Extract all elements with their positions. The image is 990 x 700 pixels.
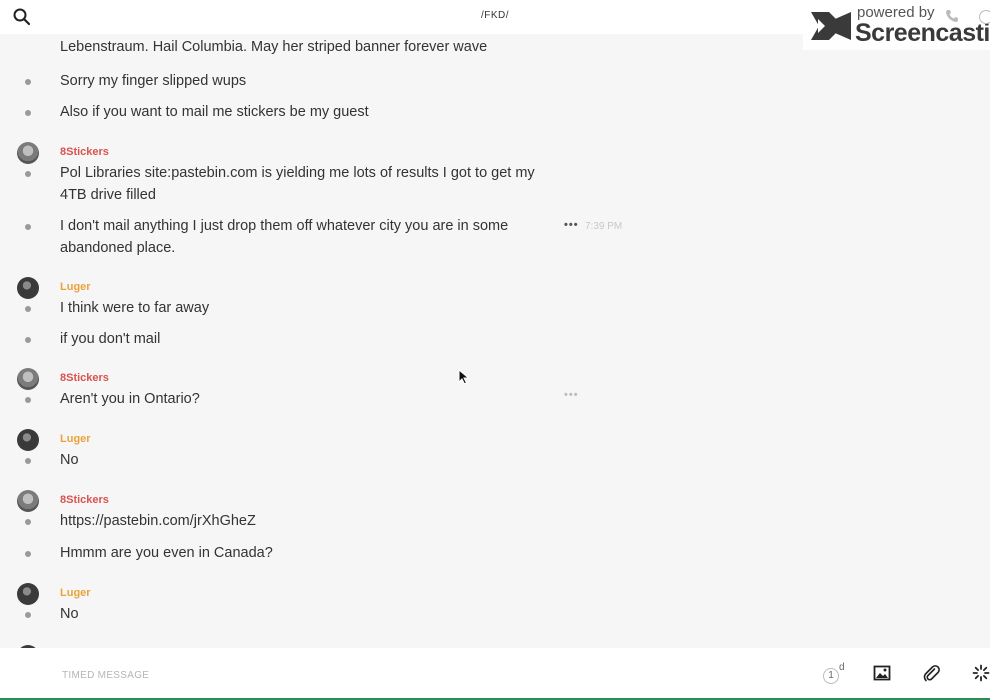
phone-icon[interactable] bbox=[945, 9, 959, 23]
timer-icon: 1 bbox=[823, 668, 839, 684]
message-timer-button[interactable]: 1 d bbox=[823, 662, 845, 688]
message-bullet bbox=[25, 171, 31, 177]
message-bullet bbox=[25, 551, 31, 557]
message-timestamp: 7:39 PM bbox=[585, 221, 623, 232]
avatar[interactable] bbox=[17, 429, 39, 451]
message-text: if you don't mail bbox=[60, 331, 161, 347]
camera-logo-icon bbox=[811, 12, 851, 40]
message-bullet bbox=[25, 397, 31, 403]
message-bullet bbox=[25, 612, 31, 618]
message-author[interactable]: 8Stickers bbox=[60, 494, 109, 506]
message-author[interactable]: 8Stickers bbox=[60, 372, 109, 384]
message-bullet bbox=[25, 224, 31, 230]
message-bullet bbox=[25, 79, 31, 85]
message-author[interactable]: Luger bbox=[60, 433, 91, 445]
info-icon[interactable] bbox=[979, 10, 990, 24]
avatar[interactable] bbox=[17, 490, 39, 512]
loading-spinner-icon[interactable] bbox=[972, 664, 990, 682]
message-text: Also if you want to mail me stickers be … bbox=[60, 104, 369, 120]
screencastify-watermark: powered by Screencastify bbox=[803, 0, 990, 50]
mouse-cursor-icon bbox=[458, 369, 470, 385]
message-text: Aren't you in Ontario? bbox=[60, 391, 200, 407]
timer-unit: d bbox=[839, 662, 845, 673]
avatar[interactable] bbox=[17, 583, 39, 605]
message-bullet bbox=[25, 110, 31, 116]
avatar[interactable] bbox=[17, 277, 39, 299]
timed-message-input[interactable] bbox=[60, 664, 764, 686]
message-text: No bbox=[60, 452, 79, 468]
message-author[interactable]: Luger bbox=[60, 281, 91, 293]
message-author[interactable]: Luger bbox=[60, 587, 91, 599]
attachment-icon[interactable] bbox=[922, 664, 940, 682]
message-bullet bbox=[25, 306, 31, 312]
message-text: No bbox=[60, 606, 79, 622]
message-text: Pol Libraries site:pastebin.com is yield… bbox=[60, 165, 535, 203]
message-bullet bbox=[25, 458, 31, 464]
message-bullet bbox=[25, 519, 31, 525]
message-text: I don't mail anything I just drop them o… bbox=[60, 218, 509, 256]
watermark-brand: Screencastify bbox=[855, 19, 990, 47]
avatar[interactable] bbox=[17, 368, 39, 390]
message-text: I think were to far away bbox=[60, 300, 210, 316]
avatar[interactable] bbox=[17, 142, 39, 164]
message-text: Sorry my finger slipped wups bbox=[60, 73, 247, 89]
more-options-icon[interactable]: ••• bbox=[564, 219, 579, 231]
message-list: Lebenstraum. Hail Columbia. May her stri… bbox=[0, 34, 990, 648]
more-options-icon[interactable]: ••• bbox=[564, 389, 579, 401]
message-text: Lebenstraum. Hail Columbia. May her stri… bbox=[60, 39, 488, 55]
message-text: Hmmm are you even in Canada? bbox=[60, 545, 273, 561]
image-upload-icon[interactable] bbox=[873, 664, 891, 682]
message-author[interactable]: 8Stickers bbox=[60, 146, 109, 158]
message-bullet bbox=[25, 337, 31, 343]
message-link[interactable]: https://pastebin.com/jrXhGheZ bbox=[60, 511, 540, 533]
